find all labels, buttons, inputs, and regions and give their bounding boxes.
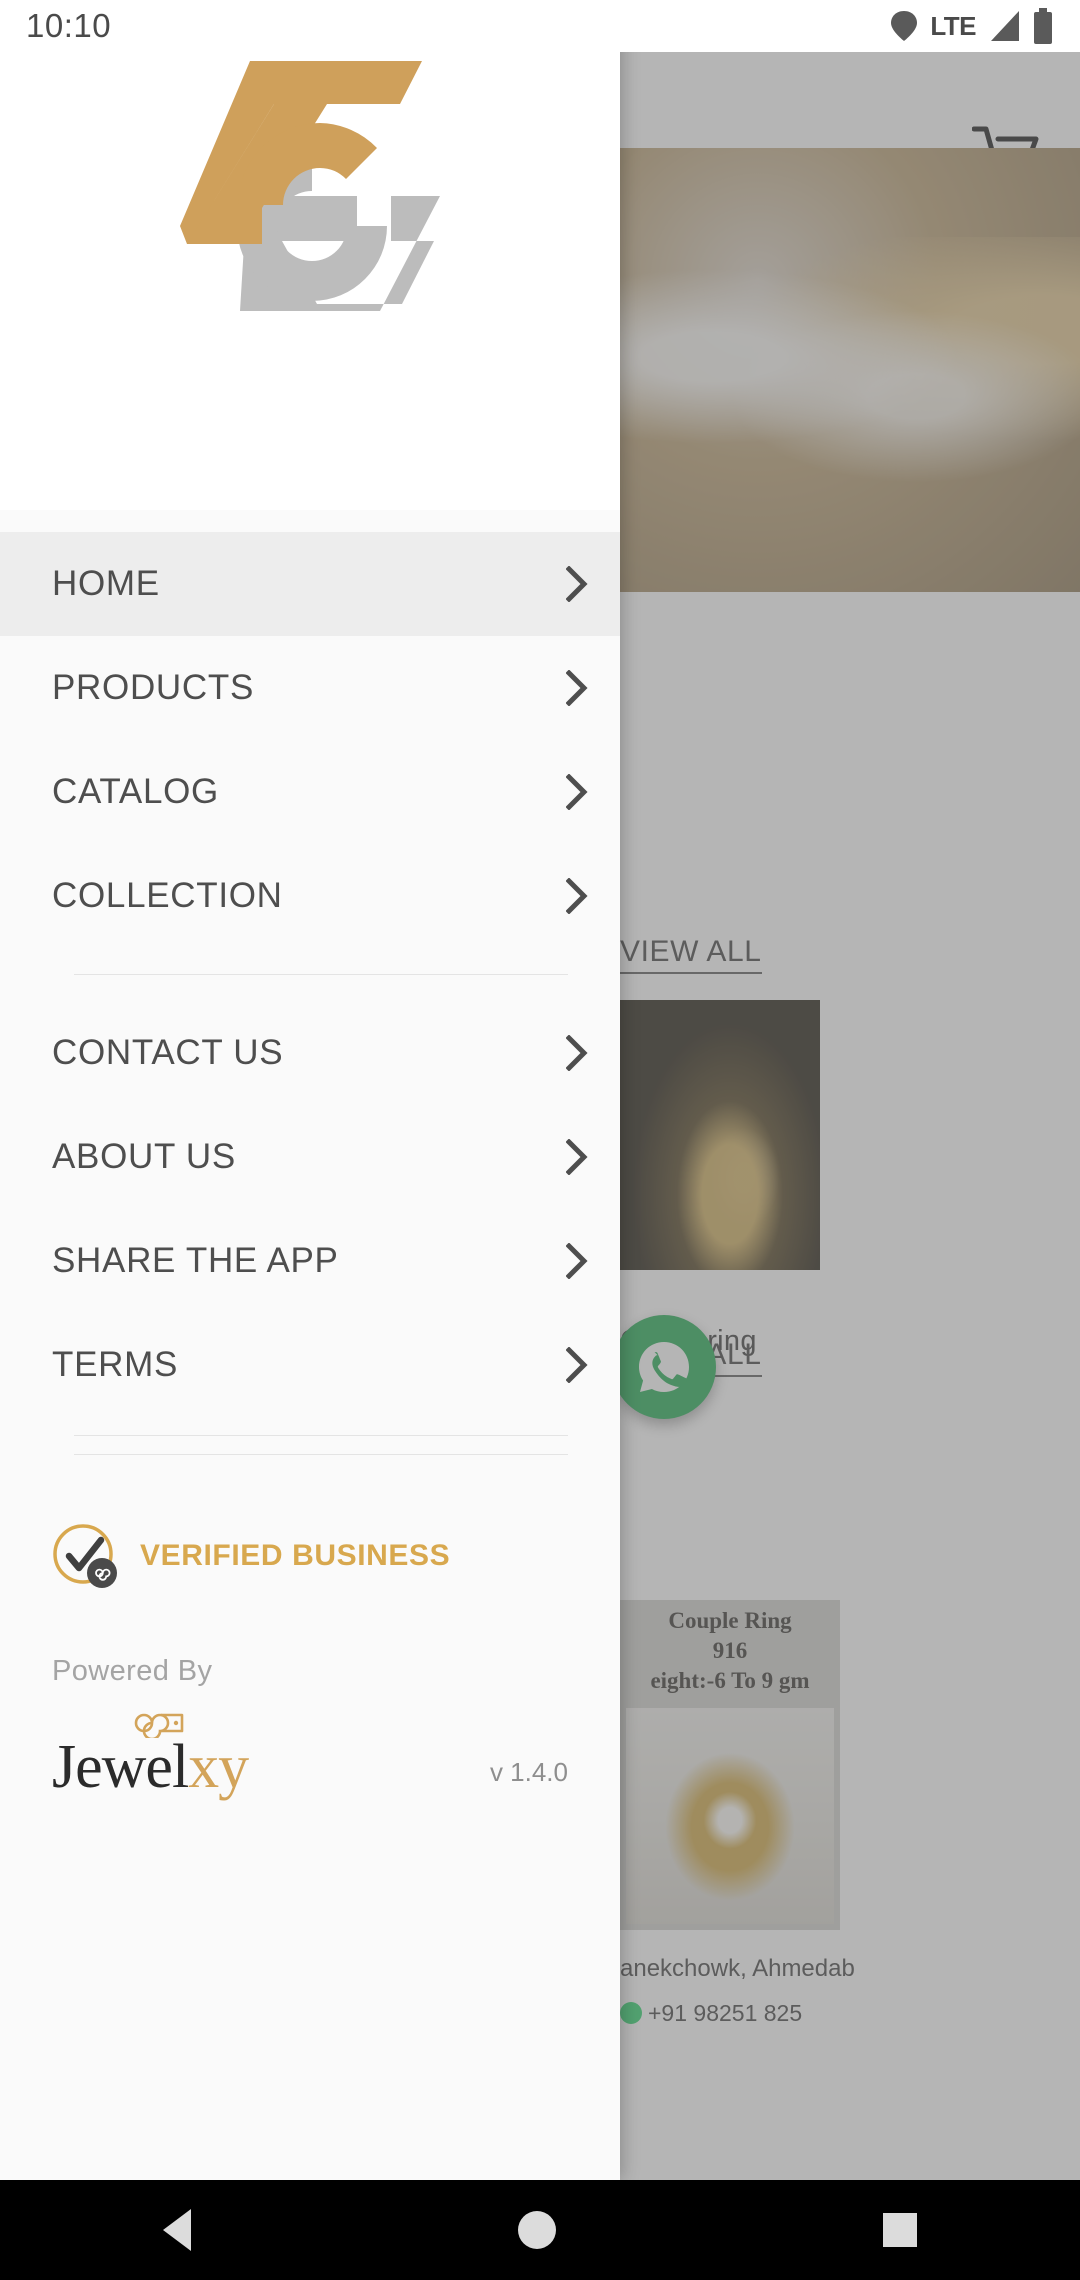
back-button[interactable] xyxy=(163,2209,192,2251)
menu-item-label: CONTACT US xyxy=(52,1033,284,1072)
recents-button[interactable] xyxy=(882,2213,917,2247)
network-type-label: LTE xyxy=(930,10,976,41)
infinity-tag-icon xyxy=(134,1713,184,1738)
menu-item-label: HOME xyxy=(52,564,160,603)
drawer-footer: Powered By Jewelxy v 1.4.0 xyxy=(0,1655,620,1798)
chevron-right-icon xyxy=(566,1243,588,1279)
menu-divider-2 xyxy=(74,1435,568,1436)
chevron-right-icon xyxy=(566,1035,588,1071)
menu-divider-3 xyxy=(74,1454,568,1455)
menu-item-contact-us[interactable]: CONTACT US xyxy=(0,1001,620,1105)
menu-item-about-us[interactable]: ABOUT US xyxy=(0,1105,620,1209)
jewelxy-logo-part1: Jewel xyxy=(52,1733,189,1801)
menu-item-terms[interactable]: TERMS xyxy=(0,1313,620,1417)
battery-icon xyxy=(1034,8,1052,44)
verified-check-icon xyxy=(52,1523,118,1589)
menu-item-catalog[interactable]: CATALOG xyxy=(0,740,620,844)
status-bar: 10:10 LTE xyxy=(0,0,1080,52)
menu-item-products[interactable]: PRODUCTS xyxy=(0,636,620,740)
powered-by-label: Powered By xyxy=(52,1655,213,1687)
menu-item-share-the-app[interactable]: SHARE THE APP xyxy=(0,1209,620,1313)
system-navigation-bar xyxy=(0,2180,1080,2280)
home-button[interactable] xyxy=(517,2211,556,2249)
drawer-menu: HOME PRODUCTS CATALOG COLLECTION CONTACT… xyxy=(0,510,620,1473)
verified-business-label: VERIFIED BUSINESS xyxy=(140,1539,451,1572)
signal-icon xyxy=(991,11,1019,41)
verified-business-badge: VERIFIED BUSINESS xyxy=(0,1519,620,1593)
menu-item-label: PRODUCTS xyxy=(52,668,254,707)
menu-item-label: SHARE THE APP xyxy=(52,1241,339,1280)
chevron-right-icon xyxy=(566,1139,588,1175)
menu-item-collection[interactable]: COLLECTION xyxy=(0,844,620,948)
chevron-right-icon xyxy=(566,878,588,914)
chevron-right-icon xyxy=(566,670,588,706)
location-icon xyxy=(891,11,918,41)
jewelxy-logo[interactable]: Jewelxy xyxy=(52,1713,249,1801)
drawer-header xyxy=(0,0,620,510)
jewelxy-logo-part2: xy xyxy=(188,1733,249,1801)
chevron-right-icon xyxy=(566,1347,588,1383)
menu-item-label: TERMS xyxy=(52,1345,178,1384)
company-logo xyxy=(152,46,472,346)
menu-divider-1 xyxy=(74,974,568,975)
menu-item-label: ABOUT US xyxy=(52,1137,236,1176)
app-version-label: v 1.4.0 xyxy=(489,1757,568,1787)
navigation-drawer: HOME PRODUCTS CATALOG COLLECTION CONTACT… xyxy=(0,0,620,2180)
status-bar-clock: 10:10 xyxy=(26,7,112,44)
chevron-right-icon xyxy=(566,774,588,810)
menu-item-home[interactable]: HOME xyxy=(0,532,620,636)
menu-item-label: COLLECTION xyxy=(52,876,283,915)
chevron-right-icon xyxy=(566,566,588,602)
menu-item-label: CATALOG xyxy=(52,772,219,811)
